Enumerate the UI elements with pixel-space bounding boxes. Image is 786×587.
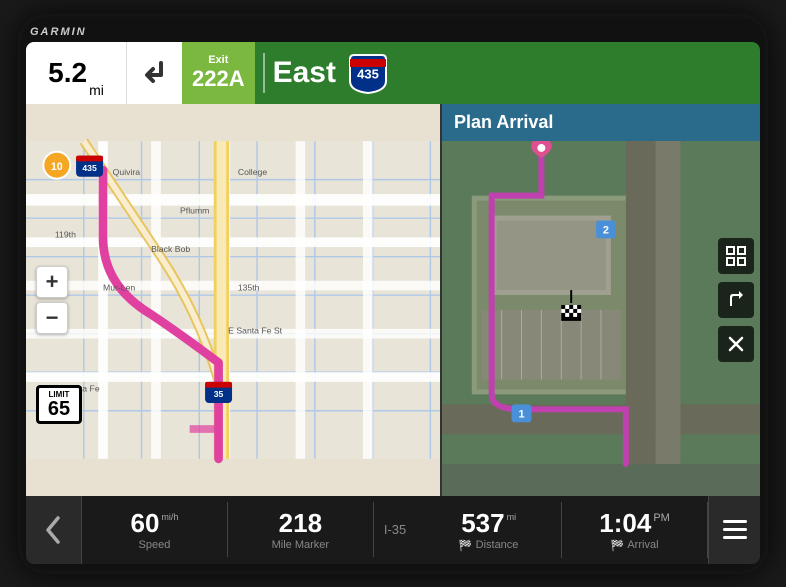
flag-icon-distance: 🏁 — [459, 539, 473, 552]
speed-limit-sign: LIMIT 65 — [36, 385, 82, 424]
svg-text:2: 2 — [603, 224, 609, 236]
highway-number: 435 — [357, 66, 379, 81]
svg-text:College: College — [238, 166, 268, 176]
arrival-value: 1:04 — [599, 508, 651, 539]
hamburger-line-2 — [723, 528, 747, 531]
brand-label: GARMIN — [26, 24, 760, 42]
svg-text:Quivira: Quivira — [113, 166, 141, 176]
distance-label: 🏁 Distance — [459, 539, 519, 552]
satellite-map-svg: 1 2 — [442, 104, 760, 496]
route-details-button[interactable] — [718, 282, 754, 318]
nav-distance-unit: mi — [89, 82, 104, 98]
speed-limit-value: 65 — [41, 399, 77, 419]
menu-button[interactable] — [708, 496, 760, 564]
zoom-controls: + − — [36, 266, 68, 334]
arrival-display: 1:04 PM — [599, 508, 670, 539]
map-right-icons — [718, 238, 754, 362]
svg-text:435: 435 — [82, 162, 97, 172]
arrival-label: 🏁 Arrival — [611, 539, 659, 552]
mile-marker-display: 218 — [279, 508, 322, 539]
svg-text:E Santa Fe St: E Santa Fe St — [228, 325, 282, 335]
nav-bar: 5.2 mi Exit 222A East 435 — [26, 42, 760, 104]
hamburger-line-1 — [723, 520, 747, 523]
svg-text:Pflumm: Pflumm — [180, 205, 209, 215]
back-button[interactable] — [26, 496, 82, 564]
svg-text:119th: 119th — [55, 229, 76, 239]
close-button[interactable] — [718, 326, 754, 362]
distance-display: 537 mi — [461, 508, 516, 539]
speed-label: Speed — [139, 539, 171, 551]
svg-text:1: 1 — [518, 408, 524, 420]
nav-distance-panel: 5.2 mi — [26, 42, 126, 104]
distance-stat: 537 mi 🏁 Distance — [416, 502, 562, 558]
svg-text:10: 10 — [51, 161, 63, 173]
nav-turn-arrow — [126, 42, 182, 104]
bottom-bar: 60 mi/h Speed 218 Mile Marker I-35 537 m… — [26, 496, 760, 564]
svg-text:Mur-Len: Mur-Len — [103, 282, 135, 292]
speed-display: 60 mi/h — [130, 508, 178, 539]
screen: 5.2 mi Exit 222A East 435 — [26, 42, 760, 564]
svg-text:Black Bob: Black Bob — [151, 243, 190, 253]
hamburger-line-3 — [723, 536, 747, 539]
road-name: I-35 — [374, 522, 416, 537]
mile-marker-stat: 218 Mile Marker — [228, 502, 374, 557]
speed-unit: mi/h — [161, 512, 178, 523]
map-left-svg: Quivira College Pflumm Black Bob Mur-Len… — [26, 104, 440, 496]
svg-text:135th: 135th — [238, 282, 260, 292]
map-view-button[interactable] — [718, 238, 754, 274]
arrival-unit: PM — [653, 512, 670, 524]
hamburger-icon — [723, 520, 747, 539]
nav-distance-value: 5.2 — [48, 57, 87, 89]
zoom-in-button[interactable]: + — [36, 266, 68, 298]
speed-unit-text: mi/h — [161, 512, 178, 523]
speed-stat: 60 mi/h Speed — [82, 502, 228, 557]
nav-direction: East — [273, 56, 336, 90]
main-content: Quivira College Pflumm Black Bob Mur-Len… — [26, 104, 760, 496]
zoom-out-button[interactable]: − — [36, 302, 68, 334]
flag-icon-arrival: 🏁 — [611, 539, 625, 552]
device: GARMIN 5.2 mi Exit 222A East — [18, 14, 768, 574]
plan-arrival-title: Plan Arrival — [454, 112, 553, 132]
map-right[interactable]: 1 2 Plan Arrival — [440, 104, 760, 496]
arrival-stat: 1:04 PM 🏁 Arrival — [562, 502, 708, 558]
map-left[interactable]: Quivira College Pflumm Black Bob Mur-Len… — [26, 104, 440, 496]
distance-value: 537 — [461, 508, 504, 539]
nav-exit-label: Exit — [208, 54, 228, 66]
nav-exit-number: 222A — [192, 66, 245, 92]
speed-value: 60 — [130, 508, 159, 539]
svg-text:35: 35 — [214, 389, 224, 399]
nav-divider — [263, 53, 265, 93]
mile-marker-value: 218 — [279, 508, 322, 539]
mile-marker-label: Mile Marker — [272, 539, 329, 551]
distance-unit: mi — [507, 512, 517, 523]
plan-arrival-header: Plan Arrival — [442, 104, 760, 141]
nav-exit-panel: Exit 222A — [182, 42, 255, 104]
highway-badge: 435 — [346, 51, 390, 95]
